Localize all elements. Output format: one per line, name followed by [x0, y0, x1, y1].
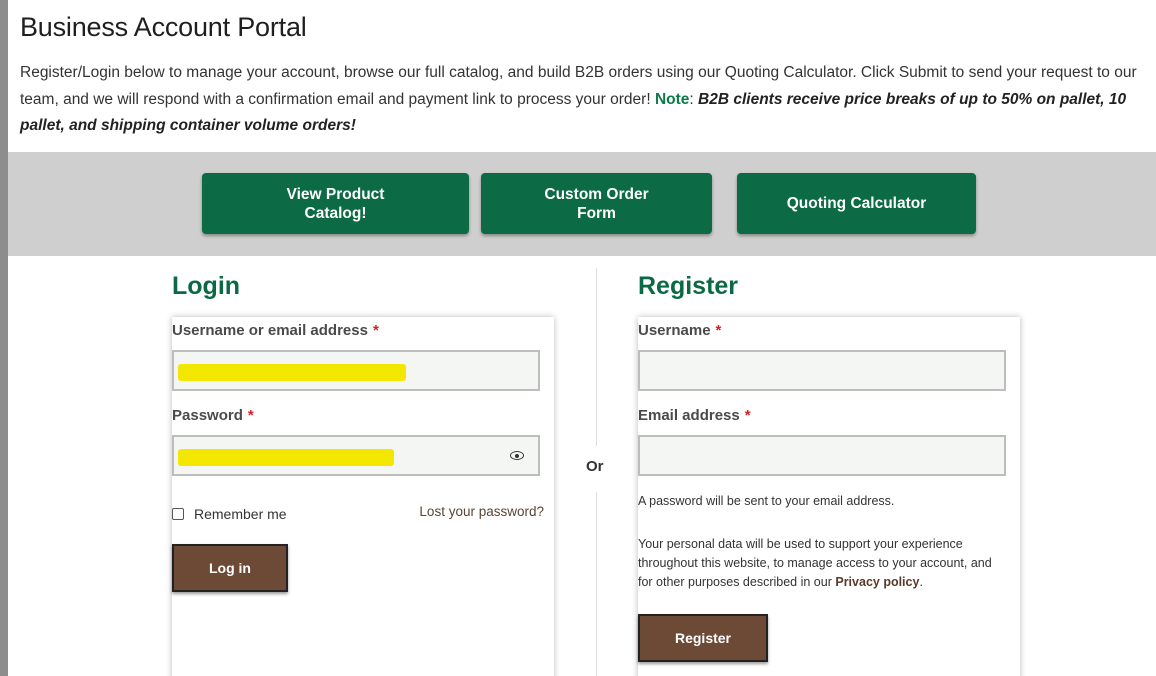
password-label: Password * [172, 407, 254, 424]
required-marker: * [372, 322, 379, 339]
or-divider: Or [586, 458, 604, 475]
register-card: Username * Email address * A password will… [638, 317, 1020, 676]
login-button[interactable]: Log in [172, 544, 288, 592]
username-email-label: Username or email address * [172, 322, 379, 339]
show-password-eye-icon[interactable] [510, 451, 524, 460]
register-button[interactable]: Register [638, 614, 768, 662]
page: Business Account Portal Register/Login b… [8, 0, 1156, 676]
redaction-highlight [178, 364, 406, 381]
remember-me-label[interactable]: Remember me [194, 506, 287, 522]
privacy-policy-link[interactable]: Privacy policy [835, 575, 919, 589]
register-button-label: Register [674, 630, 732, 646]
custom-order-form-button[interactable]: Custom Order Form [481, 173, 712, 234]
view-catalog-label: View Product Catalog! [286, 185, 385, 222]
login-card: Username or email address * Password * Rem… [172, 317, 554, 676]
lost-password-link[interactable]: Lost your password? [419, 504, 544, 519]
register-username-input[interactable] [638, 350, 1006, 391]
login-button-label: Log in [209, 560, 251, 576]
divider-line-bottom [596, 492, 597, 676]
quoting-calculator-label: Quoting Calculator [786, 195, 927, 212]
required-marker: * [744, 407, 751, 424]
quoting-calculator-button[interactable]: Quoting Calculator [737, 173, 976, 234]
password-input[interactable] [172, 435, 540, 476]
password-notice: A password will be sent to your email ad… [638, 494, 895, 508]
view-product-catalog-button[interactable]: View Product Catalog! [202, 173, 469, 234]
register-email-input[interactable] [638, 435, 1006, 476]
privacy-notice: Your personal data will be used to suppo… [638, 537, 992, 589]
register-username-label: Username * [638, 322, 722, 339]
register-title: Register [638, 272, 739, 300]
custom-order-label: Custom Order Form [544, 185, 649, 222]
intro-paragraph: Register/Login below to manage your acco… [20, 64, 1137, 134]
remember-me-checkbox[interactable] [172, 508, 184, 520]
required-marker: * [247, 407, 254, 424]
username-email-input[interactable] [172, 350, 540, 391]
note-label: Note [654, 90, 690, 108]
divider-line-top [596, 268, 597, 446]
required-marker: * [715, 322, 722, 339]
toolbar: View Product Catalog! Custom Order Form Qu… [8, 152, 1156, 256]
page-title: Business Account Portal [20, 12, 307, 42]
redaction-highlight [178, 449, 394, 466]
register-email-label: Email address * [638, 407, 751, 424]
login-title: Login [172, 272, 241, 300]
